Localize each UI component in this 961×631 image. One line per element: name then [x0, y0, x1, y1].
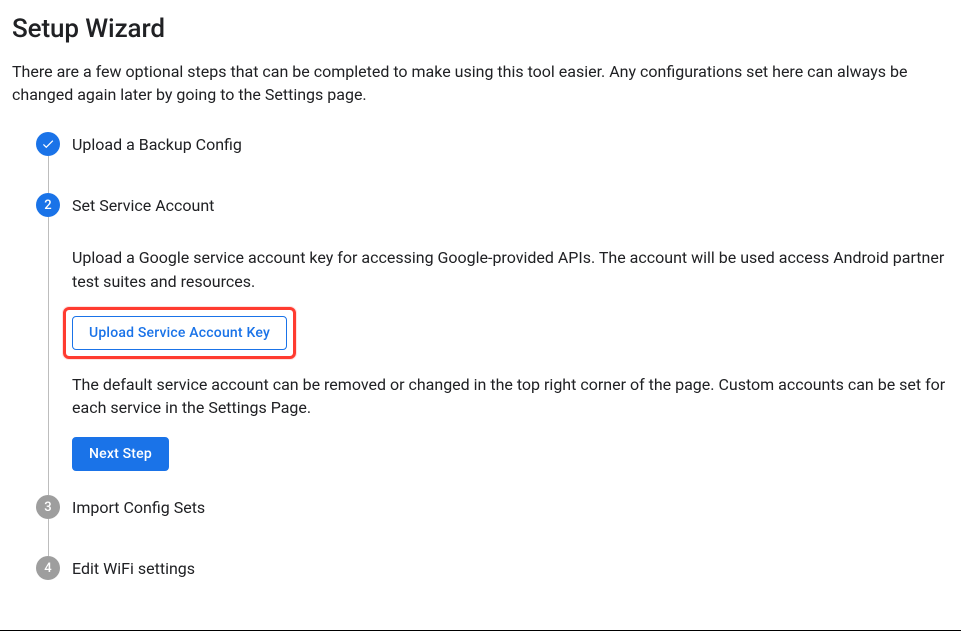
step-upload-backup-config[interactable]: Upload a Backup Config	[36, 132, 949, 193]
upload-button-highlight: Upload Service Account Key	[63, 307, 296, 359]
next-step-button[interactable]: Next Step	[72, 437, 169, 471]
step-label: Upload a Backup Config	[72, 132, 949, 157]
step-label: Import Config Sets	[72, 495, 949, 520]
wizard-stepper: Upload a Backup Config 2 Set Service Acc…	[12, 132, 949, 591]
step-number-icon: 3	[36, 495, 60, 519]
service-account-description-2: The default service account can be remov…	[72, 373, 949, 419]
upload-service-account-key-button[interactable]: Upload Service Account Key	[72, 316, 287, 350]
check-icon	[36, 132, 60, 156]
step-set-service-account[interactable]: 2 Set Service Account Upload a Google se…	[36, 193, 949, 495]
step-number-icon: 2	[36, 193, 60, 217]
step-import-config-sets[interactable]: 3 Import Config Sets	[36, 495, 949, 556]
step-edit-wifi-settings[interactable]: 4 Edit WiFi settings	[36, 556, 949, 591]
service-account-description-1: Upload a Google service account key for …	[72, 246, 949, 292]
step-number-icon: 4	[36, 556, 60, 580]
intro-text: There are a few optional steps that can …	[12, 60, 949, 106]
step-content: Upload a Google service account key for …	[72, 246, 949, 471]
step-label: Edit WiFi settings	[72, 556, 949, 581]
page-title: Setup Wizard	[12, 14, 949, 44]
step-label: Set Service Account	[72, 193, 949, 218]
